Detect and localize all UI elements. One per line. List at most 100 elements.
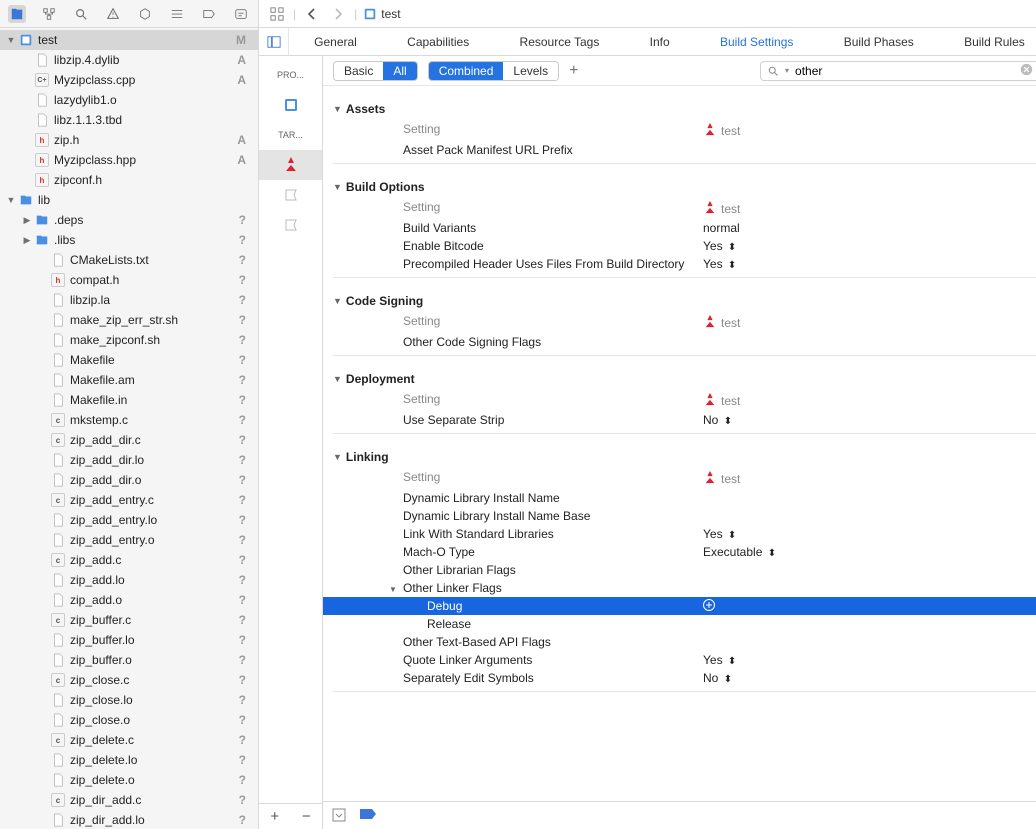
scope-all[interactable]: All <box>383 62 416 80</box>
file-tree-row[interactable]: ▶.libs? <box>0 230 258 250</box>
file-tree-row[interactable]: czip_buffer.c? <box>0 610 258 630</box>
file-tree-row[interactable]: lazydylib1.o <box>0 90 258 110</box>
file-tree-row[interactable]: zip_buffer.o? <box>0 650 258 670</box>
file-tree-row[interactable]: ▼testM <box>0 30 258 50</box>
file-tree-row[interactable]: zip_add.lo? <box>0 570 258 590</box>
file-tree-row[interactable]: czip_add_dir.c? <box>0 430 258 450</box>
file-tree-row[interactable]: hzipconf.h <box>0 170 258 190</box>
setting-row[interactable]: Quote Linker ArgumentsYes ⬍ <box>323 651 1036 669</box>
setting-row[interactable]: Other Librarian Flags <box>323 561 1036 579</box>
file-tree-row[interactable]: make_zip_err_str.sh? <box>0 310 258 330</box>
file-tree-row[interactable]: CMakeLists.txt? <box>0 250 258 270</box>
setting-row[interactable]: Mach-O TypeExecutable ⬍ <box>323 543 1036 561</box>
file-tree-row[interactable]: zip_dir_add.lo? <box>0 810 258 829</box>
section-header[interactable]: ▼Assets <box>323 100 1036 120</box>
file-tree-row[interactable]: cmkstemp.c? <box>0 410 258 430</box>
setting-row[interactable]: Enable BitcodeYes ⬍ <box>323 237 1036 255</box>
setting-row[interactable]: Other Text-Based API Flags <box>323 633 1036 651</box>
tab-build-phases[interactable]: Build Phases <box>826 35 932 49</box>
file-tree-row[interactable]: C+Myzipclass.cppA <box>0 70 258 90</box>
source-control-navigator-icon[interactable] <box>40 5 58 23</box>
setting-value[interactable]: Yes ⬍ <box>703 239 736 253</box>
add-setting-button[interactable]: + <box>569 62 578 80</box>
tab-build-settings[interactable]: Build Settings <box>702 35 811 49</box>
file-tree-row[interactable]: hMyzipclass.hppA <box>0 150 258 170</box>
show-project-targets-icon[interactable] <box>259 28 289 55</box>
report-navigator-icon[interactable] <box>232 5 250 23</box>
test-navigator-icon[interactable] <box>136 5 154 23</box>
setting-row[interactable]: Debug <box>323 597 1036 615</box>
setting-row[interactable]: Dynamic Library Install Name Base <box>323 507 1036 525</box>
setting-value[interactable]: No ⬍ <box>703 671 732 685</box>
file-tree-row[interactable]: czip_delete.c? <box>0 730 258 750</box>
target-placeholder[interactable] <box>259 210 322 240</box>
setting-value[interactable]: Yes ⬍ <box>703 653 736 667</box>
stepper-icon[interactable]: ⬍ <box>728 530 736 541</box>
setting-value[interactable]: Yes ⬍ <box>703 257 736 271</box>
file-tree-row[interactable]: zip_add_entry.lo? <box>0 510 258 530</box>
view-combined[interactable]: Combined <box>429 62 504 80</box>
setting-row[interactable]: Build Variantsnormal <box>323 219 1036 237</box>
file-tree-row[interactable]: ▼lib <box>0 190 258 210</box>
file-tree-row[interactable]: zip_delete.lo? <box>0 750 258 770</box>
settings-search-input[interactable] <box>795 64 1014 78</box>
file-tree-row[interactable]: zip_add_entry.o? <box>0 530 258 550</box>
file-tree-row[interactable]: zip_add.o? <box>0 590 258 610</box>
section-header[interactable]: ▼Build Options <box>323 178 1036 198</box>
file-tree-row[interactable]: czip_add.c? <box>0 550 258 570</box>
file-tree-row[interactable]: zip_close.o? <box>0 710 258 730</box>
file-tree-row[interactable]: libzip.la? <box>0 290 258 310</box>
disclosure-triangle-icon[interactable]: ▶ <box>22 215 32 226</box>
add-value-icon[interactable] <box>703 599 715 614</box>
debug-navigator-icon[interactable] <box>168 5 186 23</box>
setting-row[interactable]: Use Separate StripNo ⬍ <box>323 411 1036 429</box>
file-tree-row[interactable]: libz.1.1.3.tbd <box>0 110 258 130</box>
file-tree-row[interactable]: zip_buffer.lo? <box>0 630 258 650</box>
stepper-icon[interactable]: ⬍ <box>728 260 736 271</box>
file-tree-row[interactable]: hzip.hA <box>0 130 258 150</box>
setting-row[interactable]: Precompiled Header Uses Files From Build… <box>323 255 1036 273</box>
section-header[interactable]: ▼Linking <box>323 448 1036 468</box>
add-target-button[interactable]: + <box>259 804 291 829</box>
file-tree[interactable]: ▼testMlibzip.4.dylibAC+Myzipclass.cppAla… <box>0 28 258 829</box>
setting-row[interactable]: Release <box>323 615 1036 633</box>
stepper-icon[interactable]: ⬍ <box>728 656 736 667</box>
disclosure-triangle-icon[interactable]: ▶ <box>22 235 32 246</box>
file-tree-row[interactable]: make_zipconf.sh? <box>0 330 258 350</box>
stepper-icon[interactable]: ⬍ <box>724 416 732 427</box>
file-tree-row[interactable]: zip_close.lo? <box>0 690 258 710</box>
stepper-icon[interactable]: ⬍ <box>728 242 736 253</box>
disclosure-triangle-icon[interactable]: ▼ <box>6 195 16 205</box>
tab-build-rules[interactable]: Build Rules <box>946 35 1036 49</box>
setting-value[interactable]: normal <box>703 221 740 235</box>
section-header[interactable]: ▼Code Signing <box>323 292 1036 312</box>
stepper-icon[interactable]: ⬍ <box>724 674 732 685</box>
setting-row[interactable]: Asset Pack Manifest URL Prefix <box>323 141 1036 159</box>
filter-dropdown-icon[interactable] <box>331 807 349 825</box>
project-navigator-icon[interactable] <box>8 5 26 23</box>
file-tree-row[interactable]: hcompat.h? <box>0 270 258 290</box>
target-entry[interactable] <box>259 150 322 180</box>
settings-scroll[interactable]: ▼AssetsSetting testAsset Pack Manifest U… <box>323 86 1036 801</box>
file-tree-row[interactable]: Makefile.in? <box>0 390 258 410</box>
setting-row[interactable]: Other Linker Flags <box>323 579 1036 597</box>
tab-capabilities[interactable]: Capabilities <box>389 35 487 49</box>
disclosure-triangle-icon[interactable]: ▼ <box>6 35 16 45</box>
file-tree-row[interactable]: Makefile.am? <box>0 370 258 390</box>
tab-info[interactable]: Info <box>632 35 688 49</box>
setting-row[interactable]: Separately Edit SymbolsNo ⬍ <box>323 669 1036 687</box>
file-tree-row[interactable]: zip_add_dir.o? <box>0 470 258 490</box>
breakpoint-navigator-icon[interactable] <box>200 5 218 23</box>
file-tree-row[interactable]: czip_add_entry.c? <box>0 490 258 510</box>
section-header[interactable]: ▼Deployment <box>323 370 1036 390</box>
target-placeholder[interactable] <box>259 180 322 210</box>
file-tree-row[interactable]: zip_delete.o? <box>0 770 258 790</box>
tab-resource-tags[interactable]: Resource Tags <box>502 35 618 49</box>
stepper-icon[interactable]: ⬍ <box>768 548 776 559</box>
setting-value[interactable]: Yes ⬍ <box>703 527 736 541</box>
scope-segmented-control[interactable]: Basic All <box>333 61 418 81</box>
issue-navigator-icon[interactable] <box>104 5 122 23</box>
clear-search-icon[interactable] <box>1020 63 1033 79</box>
setting-row[interactable]: Link With Standard LibrariesYes ⬍ <box>323 525 1036 543</box>
setting-value[interactable]: Executable ⬍ <box>703 545 776 559</box>
